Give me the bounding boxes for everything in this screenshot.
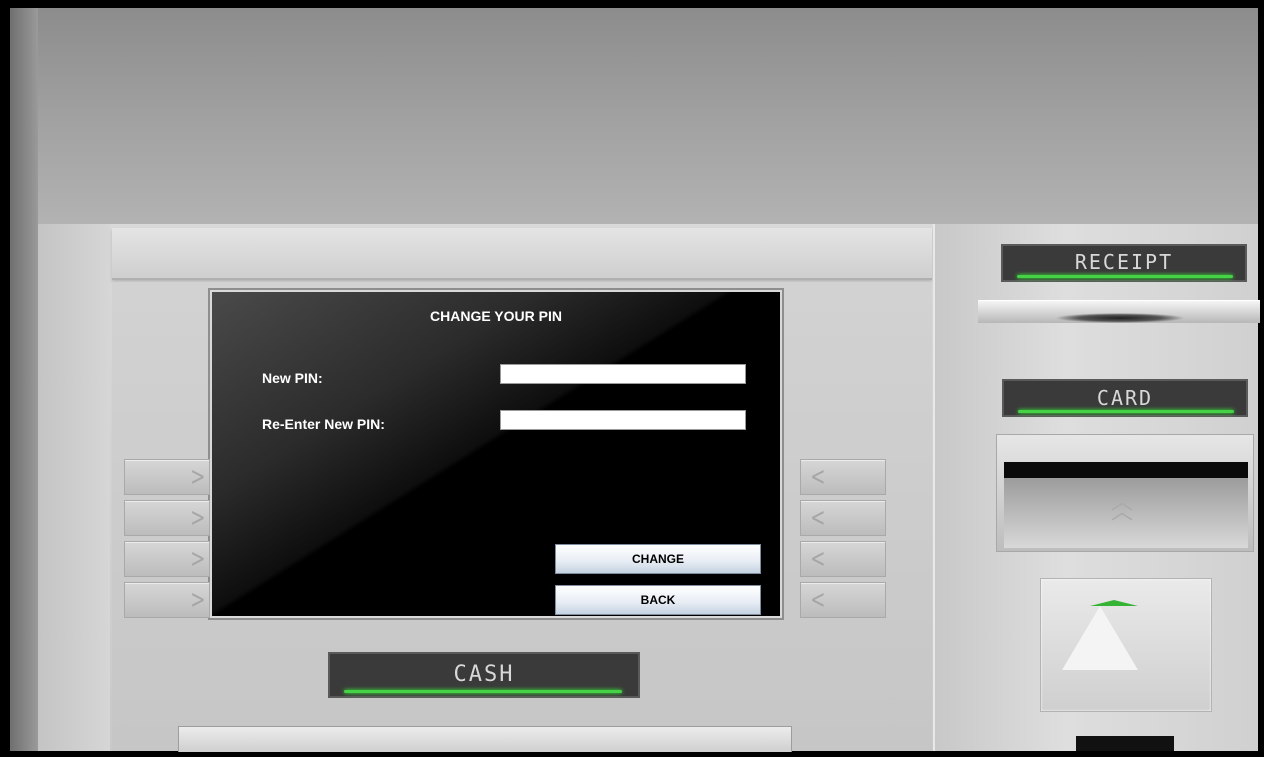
chevron-right-icon: > [190, 585, 206, 615]
chevron-left-icon: < [810, 462, 826, 492]
right-side-key-3[interactable]: < [800, 541, 886, 577]
card-insert-led [1090, 600, 1138, 606]
screen-title: CHANGE YOUR PIN [430, 308, 562, 324]
card-insert-icon [1062, 606, 1138, 670]
ceiling [10, 8, 1258, 228]
left-side-key-4[interactable]: > [124, 582, 210, 618]
receipt-sign-text: RECEIPT [1074, 250, 1174, 274]
left-side-key-2[interactable]: > [124, 500, 210, 536]
chevron-right-icon: > [190, 462, 206, 492]
new-pin-input[interactable] [500, 364, 746, 384]
card-sign-text: CARD [1096, 386, 1154, 410]
cash-sign-text: CASH [453, 662, 515, 687]
receipt-sign: RECEIPT [1001, 244, 1247, 282]
cash-led [344, 690, 622, 693]
back-button[interactable]: BACK [555, 585, 761, 615]
receipt-slot-opening [1055, 313, 1185, 323]
cash-dispenser [178, 726, 792, 752]
deposit-slot [1076, 736, 1174, 751]
reenter-pin-label: Re-Enter New PIN: [262, 416, 385, 432]
insert-arrows-icon: ︿ ︿ [1110, 490, 1133, 525]
right-side-key-4[interactable]: < [800, 582, 886, 618]
atm-screen: CHANGE YOUR PIN New PIN: Re-Enter New PI… [210, 290, 782, 618]
change-button[interactable]: CHANGE [555, 544, 761, 574]
chevron-left-icon: < [810, 503, 826, 533]
top-shelf [112, 228, 932, 280]
chevron-right-icon: > [190, 503, 206, 533]
card-slot[interactable] [1004, 462, 1248, 478]
left-pillar [38, 224, 110, 751]
chevron-left-icon: < [810, 544, 826, 574]
left-side-key-3[interactable]: > [124, 541, 210, 577]
card-sign: CARD [1002, 379, 1248, 417]
left-side-key-1[interactable]: > [124, 459, 210, 495]
right-side-key-2[interactable]: < [800, 500, 886, 536]
new-pin-label: New PIN: [262, 370, 323, 386]
cash-sign: CASH [328, 652, 640, 698]
card-led [1018, 410, 1234, 413]
left-wall [10, 8, 38, 751]
chevron-left-icon: < [810, 585, 826, 615]
right-side-key-1[interactable]: < [800, 459, 886, 495]
chevron-right-icon: > [190, 544, 206, 574]
reenter-pin-input[interactable] [500, 410, 746, 430]
receipt-led [1017, 275, 1233, 278]
